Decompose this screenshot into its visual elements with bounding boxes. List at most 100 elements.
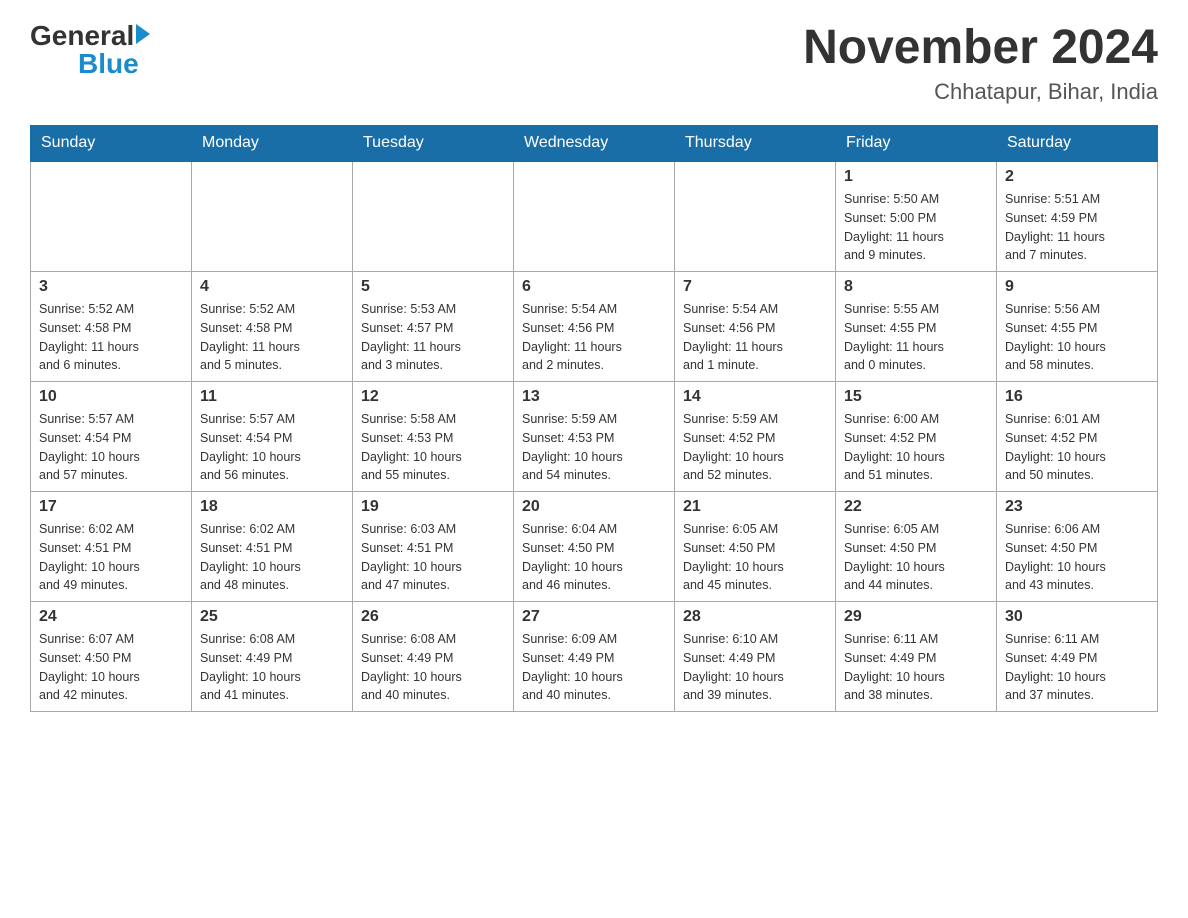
day-info: Sunrise: 6:10 AM Sunset: 4:49 PM Dayligh… [683,632,784,702]
day-number: 3 [39,278,183,296]
day-number: 23 [1005,498,1149,516]
day-info: Sunrise: 5:55 AM Sunset: 4:55 PM Dayligh… [844,302,944,372]
table-row: 5Sunrise: 5:53 AM Sunset: 4:57 PM Daylig… [353,272,514,382]
table-row [514,161,675,272]
table-row: 6 Sunrise: 5:54 AM Sunset: 4:56 PM Daylig… [514,272,675,382]
day-info: Sunrise: 6:11 AM Sunset: 4:49 PM Dayligh… [1005,632,1106,702]
header-monday: Monday [192,126,353,162]
day-info: Sunrise: 5:52 AM Sunset: 4:58 PM Dayligh… [200,302,300,372]
page-header: General Blue November 2024 Chhatapur, Bi… [30,20,1158,105]
day-number: 29 [844,608,988,626]
table-row: 2 Sunrise: 5:51 AM Sunset: 4:59 PM Daylig… [997,161,1158,272]
day-info: Sunrise: 5:54 AM Sunset: 4:56 PM Dayligh… [522,302,622,372]
day-number: 28 [683,608,827,626]
day-info: Sunrise: 5:50 AM Sunset: 5:00 PM Dayligh… [844,192,944,262]
day-info: Sunrise: 5:58 AM Sunset: 4:53 PM Dayligh… [361,412,462,482]
table-row: 30Sunrise: 6:11 AM Sunset: 4:49 PM Dayli… [997,602,1158,712]
table-row [192,161,353,272]
header-wednesday: Wednesday [514,126,675,162]
table-row: 14 Sunrise: 5:59 AM Sunset: 4:52 PM Dayli… [675,382,836,492]
table-row: 19 Sunrise: 6:03 AM Sunset: 4:51 PM Dayli… [353,492,514,602]
table-row: 9 Sunrise: 5:56 AM Sunset: 4:55 PM Daylig… [997,272,1158,382]
table-row: 3 Sunrise: 5:52 AM Sunset: 4:58 PM Daylig… [31,272,192,382]
day-number: 25 [200,608,344,626]
table-row: 10 Sunrise: 5:57 AM Sunset: 4:54 PM Dayli… [31,382,192,492]
day-info: Sunrise: 6:04 AM Sunset: 4:50 PM Dayligh… [522,522,623,592]
table-row [353,161,514,272]
day-number: 16 [1005,388,1149,406]
table-row: 22Sunrise: 6:05 AM Sunset: 4:50 PM Dayli… [836,492,997,602]
table-row: 25 Sunrise: 6:08 AM Sunset: 4:49 PM Dayli… [192,602,353,712]
day-info: Sunrise: 6:07 AM Sunset: 4:50 PM Dayligh… [39,632,140,702]
header-friday: Friday [836,126,997,162]
table-row [31,161,192,272]
header-tuesday: Tuesday [353,126,514,162]
day-number: 11 [200,388,344,406]
day-info: Sunrise: 5:59 AM Sunset: 4:53 PM Dayligh… [522,412,623,482]
day-number: 27 [522,608,666,626]
day-info: Sunrise: 5:57 AM Sunset: 4:54 PM Dayligh… [200,412,301,482]
day-info: Sunrise: 6:05 AM Sunset: 4:50 PM Dayligh… [844,522,945,592]
day-number: 14 [683,388,827,406]
table-row: 24 Sunrise: 6:07 AM Sunset: 4:50 PM Dayli… [31,602,192,712]
day-number: 2 [1005,168,1149,186]
calendar-week-row: 24 Sunrise: 6:07 AM Sunset: 4:50 PM Dayli… [31,602,1158,712]
table-row: 15Sunrise: 6:00 AM Sunset: 4:52 PM Dayli… [836,382,997,492]
table-row: 11 Sunrise: 5:57 AM Sunset: 4:54 PM Dayli… [192,382,353,492]
calendar-month-year: November 2024 [803,20,1158,75]
day-info: Sunrise: 5:51 AM Sunset: 4:59 PM Dayligh… [1005,192,1105,262]
day-number: 21 [683,498,827,516]
header-sunday: Sunday [31,126,192,162]
day-info: Sunrise: 5:56 AM Sunset: 4:55 PM Dayligh… [1005,302,1106,372]
table-row: 26 Sunrise: 6:08 AM Sunset: 4:49 PM Dayli… [353,602,514,712]
day-info: Sunrise: 6:01 AM Sunset: 4:52 PM Dayligh… [1005,412,1106,482]
day-number: 7 [683,278,827,296]
day-info: Sunrise: 5:59 AM Sunset: 4:52 PM Dayligh… [683,412,784,482]
table-row: 23 Sunrise: 6:06 AM Sunset: 4:50 PM Dayli… [997,492,1158,602]
day-number: 1 [844,168,988,186]
calendar-table: Sunday Monday Tuesday Wednesday Thursday… [30,125,1158,712]
day-info: Sunrise: 6:03 AM Sunset: 4:51 PM Dayligh… [361,522,462,592]
day-info: Sunrise: 6:02 AM Sunset: 4:51 PM Dayligh… [200,522,301,592]
day-info: Sunrise: 5:52 AM Sunset: 4:58 PM Dayligh… [39,302,139,372]
table-row: 8 Sunrise: 5:55 AM Sunset: 4:55 PM Daylig… [836,272,997,382]
calendar-week-row: 3 Sunrise: 5:52 AM Sunset: 4:58 PM Daylig… [31,272,1158,382]
day-number: 4 [200,278,344,296]
day-number: 24 [39,608,183,626]
day-number: 17 [39,498,183,516]
day-info: Sunrise: 6:08 AM Sunset: 4:49 PM Dayligh… [361,632,462,702]
day-number: 12 [361,388,505,406]
day-number: 13 [522,388,666,406]
day-number: 6 [522,278,666,296]
day-number: 19 [361,498,505,516]
table-row [675,161,836,272]
logo-blue: Blue [78,48,139,80]
logo-arrow-icon [136,24,150,44]
day-info: Sunrise: 5:57 AM Sunset: 4:54 PM Dayligh… [39,412,140,482]
day-number: 15 [844,388,988,406]
day-info: Sunrise: 6:09 AM Sunset: 4:49 PM Dayligh… [522,632,623,702]
table-row: 18 Sunrise: 6:02 AM Sunset: 4:51 PM Dayli… [192,492,353,602]
calendar-week-row: 1 Sunrise: 5:50 AM Sunset: 5:00 PM Daylig… [31,161,1158,272]
day-info: Sunrise: 6:08 AM Sunset: 4:49 PM Dayligh… [200,632,301,702]
table-row: 1 Sunrise: 5:50 AM Sunset: 5:00 PM Daylig… [836,161,997,272]
table-row: 13 Sunrise: 5:59 AM Sunset: 4:53 PM Dayli… [514,382,675,492]
header-thursday: Thursday [675,126,836,162]
calendar-location: Chhatapur, Bihar, India [803,79,1158,105]
day-number: 9 [1005,278,1149,296]
day-info: Sunrise: 5:54 AM Sunset: 4:56 PM Dayligh… [683,302,783,372]
table-row: 27 Sunrise: 6:09 AM Sunset: 4:49 PM Dayli… [514,602,675,712]
weekday-header-row: Sunday Monday Tuesday Wednesday Thursday… [31,126,1158,162]
table-row: 29Sunrise: 6:11 AM Sunset: 4:49 PM Dayli… [836,602,997,712]
day-number: 26 [361,608,505,626]
day-number: 18 [200,498,344,516]
table-row: 28 Sunrise: 6:10 AM Sunset: 4:49 PM Dayli… [675,602,836,712]
day-info: Sunrise: 6:06 AM Sunset: 4:50 PM Dayligh… [1005,522,1106,592]
table-row: 12 Sunrise: 5:58 AM Sunset: 4:53 PM Dayli… [353,382,514,492]
day-number: 10 [39,388,183,406]
day-number: 8 [844,278,988,296]
header-saturday: Saturday [997,126,1158,162]
table-row: 16 Sunrise: 6:01 AM Sunset: 4:52 PM Dayli… [997,382,1158,492]
table-row: 20Sunrise: 6:04 AM Sunset: 4:50 PM Dayli… [514,492,675,602]
logo: General Blue [30,20,150,80]
